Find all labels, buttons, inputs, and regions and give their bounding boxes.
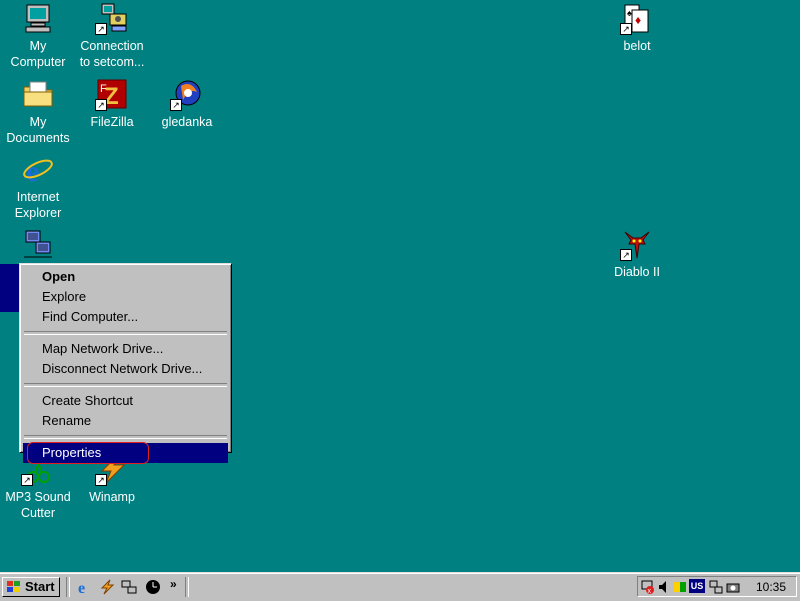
- shortcut-arrow-icon: ↗: [170, 99, 182, 111]
- network-neighborhood-icon[interactable]: [0, 228, 76, 264]
- quicklaunch-chevron[interactable]: »: [170, 577, 177, 591]
- gledanka-icon[interactable]: ↗ gledanka: [149, 78, 225, 130]
- svg-text:e: e: [26, 155, 39, 185]
- folder-icon: [22, 78, 54, 110]
- taskbar: Start e » x US 10:35: [0, 572, 800, 601]
- menu-separator: [24, 383, 227, 387]
- taskbar-clock[interactable]: 10:35: [756, 580, 786, 594]
- menu-item-rename[interactable]: Rename: [23, 411, 228, 431]
- network-error-tray-icon[interactable]: x: [641, 580, 655, 594]
- network-quicklaunch-icon[interactable]: [121, 579, 137, 595]
- icon-label: My Documents: [6, 115, 70, 145]
- menu-item-map-network-drive[interactable]: Map Network Drive...: [23, 339, 228, 359]
- toolbar-grip[interactable]: [185, 577, 189, 597]
- shortcut-arrow-icon: ↗: [21, 474, 33, 486]
- svg-text:♦: ♦: [635, 13, 641, 27]
- selected-icon-label-fragment: [0, 264, 19, 312]
- network-computers-icon: [22, 228, 54, 260]
- icon-label: Connection to setcom...: [79, 39, 145, 69]
- ie-logo-icon: e: [22, 153, 54, 188]
- menu-separator: [24, 435, 227, 439]
- icon-label: MP3 Sound Cutter: [5, 490, 71, 520]
- connection-shortcut-icon[interactable]: ↗ Connection to setcom...: [74, 2, 150, 70]
- menu-item-properties[interactable]: Properties: [23, 442, 228, 464]
- language-indicator[interactable]: US: [689, 579, 705, 593]
- dialup-connection-icon: ↗: [95, 2, 128, 35]
- menu-item-open[interactable]: Open: [23, 267, 228, 287]
- shortcut-arrow-icon: ↗: [620, 249, 632, 261]
- computer-icon: [22, 2, 54, 34]
- svg-text:x: x: [648, 588, 652, 594]
- context-menu: Open Explore Find Computer... Map Networ…: [19, 263, 232, 464]
- windows-flag-icon: [7, 581, 20, 592]
- shortcut-arrow-icon: ↗: [95, 99, 107, 111]
- svg-text:F: F: [100, 83, 107, 95]
- network-tray-icon[interactable]: [709, 580, 723, 594]
- shortcut-arrow-icon: ↗: [95, 474, 107, 486]
- icon-label: Winamp: [89, 490, 135, 504]
- belot-icon[interactable]: ♦ ♠ ↗ belot: [599, 2, 675, 54]
- icon-label: gledanka: [161, 115, 213, 129]
- menu-item-disconnect-network-drive[interactable]: Disconnect Network Drive...: [23, 359, 228, 379]
- start-button[interactable]: Start: [2, 577, 60, 597]
- menu-separator: [24, 331, 227, 335]
- icon-label: Diablo II: [614, 265, 660, 279]
- volume-speaker-icon[interactable]: [657, 580, 671, 594]
- system-tray: x US 10:35: [637, 576, 797, 597]
- shortcut-arrow-icon: ↗: [620, 23, 632, 35]
- menu-item-create-shortcut[interactable]: Create Shortcut: [23, 391, 228, 411]
- svg-text:♠: ♠: [627, 8, 632, 18]
- winamp-quicklaunch-icon[interactable]: [99, 579, 115, 595]
- my-computer-icon[interactable]: My Computer: [0, 2, 76, 70]
- ie-quicklaunch-icon[interactable]: e: [77, 579, 93, 595]
- diablo-ii-icon[interactable]: ↗ Diablo II: [599, 228, 675, 280]
- clock-quicklaunch-icon[interactable]: [145, 579, 161, 595]
- shortcut-arrow-icon: ↗: [95, 23, 107, 35]
- camera-tray-icon[interactable]: [726, 580, 740, 594]
- start-label: Start: [25, 579, 55, 594]
- playing-cards-icon: ♦ ♠ ↗: [620, 2, 653, 35]
- svg-text:e: e: [78, 580, 85, 595]
- filezilla-icon[interactable]: ZF ↗ FileZilla: [74, 78, 150, 130]
- filezilla-logo-icon: ZF ↗: [95, 78, 128, 111]
- icon-label: Internet Explorer: [14, 190, 62, 220]
- my-documents-icon[interactable]: My Documents: [0, 78, 76, 146]
- internet-explorer-icon[interactable]: e Internet Explorer: [0, 153, 76, 221]
- diablo-demon-icon: ↗: [620, 228, 653, 261]
- icon-label: FileZilla: [90, 115, 134, 129]
- media-player-icon: ↗: [170, 78, 203, 111]
- display-tray-icon[interactable]: [673, 580, 687, 594]
- icon-label: belot: [623, 39, 651, 53]
- annotation-highlight-ring: [27, 442, 149, 464]
- icon-label: My Computer: [10, 39, 66, 69]
- menu-item-explore[interactable]: Explore: [23, 287, 228, 307]
- menu-item-find-computer[interactable]: Find Computer...: [23, 307, 228, 327]
- toolbar-grip[interactable]: [66, 577, 70, 597]
